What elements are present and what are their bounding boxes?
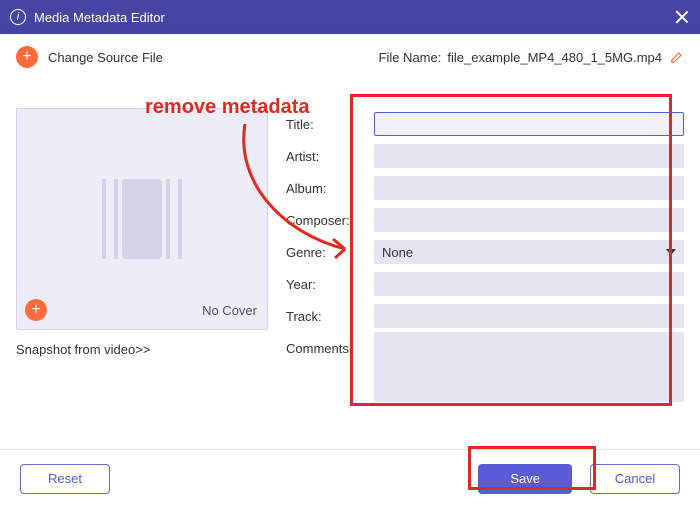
snapshot-link[interactable]: Snapshot from video>> xyxy=(16,342,286,357)
genre-select[interactable]: None xyxy=(374,240,684,264)
change-source-label: Change Source File xyxy=(48,50,163,65)
label-genre: Genre: xyxy=(286,236,374,268)
reset-button[interactable]: Reset xyxy=(20,464,110,494)
cover-column: + No Cover Snapshot from video>> xyxy=(16,108,286,407)
track-input[interactable] xyxy=(374,304,684,328)
plus-icon: + xyxy=(16,46,38,68)
window-title: Media Metadata Editor xyxy=(34,10,165,25)
change-source-button[interactable]: + Change Source File xyxy=(16,46,163,68)
file-name-value: file_example_MP4_480_1_5MG.mp4 xyxy=(447,50,662,65)
content-area: + Change Source File File Name: file_exa… xyxy=(0,34,700,449)
cover-preview: + No Cover xyxy=(16,108,268,330)
label-title: Title: xyxy=(286,108,374,140)
cover-bottom-row: + No Cover xyxy=(25,299,257,321)
label-album: Album: xyxy=(286,172,374,204)
label-artist: Artist: xyxy=(286,140,374,172)
file-name-display: File Name: file_example_MP4_480_1_5MG.mp… xyxy=(379,50,685,65)
title-input[interactable] xyxy=(374,112,684,136)
edit-filename-button[interactable] xyxy=(670,50,684,64)
cancel-button[interactable]: Cancel xyxy=(590,464,680,494)
year-input[interactable] xyxy=(374,272,684,296)
form-labels: Title: Artist: Album: Composer: Genre: Y… xyxy=(286,108,374,407)
info-icon: i xyxy=(10,9,26,25)
artist-input[interactable] xyxy=(374,144,684,168)
title-bar: i Media Metadata Editor xyxy=(0,0,700,34)
add-cover-button[interactable]: + xyxy=(25,299,47,321)
pencil-icon xyxy=(670,50,684,64)
chevron-down-icon xyxy=(666,249,676,255)
film-icon xyxy=(92,169,192,269)
form-inputs: None xyxy=(374,108,684,407)
top-row: + Change Source File File Name: file_exa… xyxy=(16,46,684,68)
form-column: Title: Artist: Album: Composer: Genre: Y… xyxy=(286,108,684,407)
album-input[interactable] xyxy=(374,176,684,200)
no-cover-label: No Cover xyxy=(202,303,257,318)
label-comments: Comments: xyxy=(286,332,374,364)
save-button[interactable]: Save xyxy=(478,464,572,494)
footer: Reset Save Cancel xyxy=(0,449,700,507)
composer-input[interactable] xyxy=(374,208,684,232)
genre-value: None xyxy=(382,245,413,260)
file-name-label: File Name: xyxy=(379,50,442,65)
body-row: + No Cover Snapshot from video>> Title: … xyxy=(16,108,684,407)
comments-input[interactable] xyxy=(374,332,684,402)
label-year: Year: xyxy=(286,268,374,300)
label-composer: Composer: xyxy=(286,204,374,236)
label-track: Track: xyxy=(286,300,374,332)
close-icon[interactable] xyxy=(674,9,690,25)
